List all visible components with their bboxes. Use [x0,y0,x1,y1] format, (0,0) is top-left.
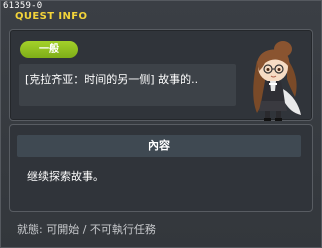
quest-content-panel: 內容 继续探索故事。 [9,124,313,212]
window-title: QUEST INFO [15,11,88,22]
content-header: 內容 [17,135,301,157]
quest-name: [克拉齐亚：时间的另一侧] 故事的.. [25,73,199,86]
npc-portrait-icon [243,39,307,121]
quest-info-panel: 一般 [克拉齐亚：时间的另一侧] 故事的.. [9,29,313,121]
quest-status: 就態: 可開始 / 不可執行任務 [17,223,156,236]
quest-id: 61359-0 [3,1,43,11]
quest-info-window: 61359-0 QUEST INFO 一般 [克拉齐亚：时间的另一侧] 故事的.… [0,0,322,248]
content-text: 继续探索故事。 [27,170,104,183]
quest-category-badge: 一般 [20,41,78,58]
